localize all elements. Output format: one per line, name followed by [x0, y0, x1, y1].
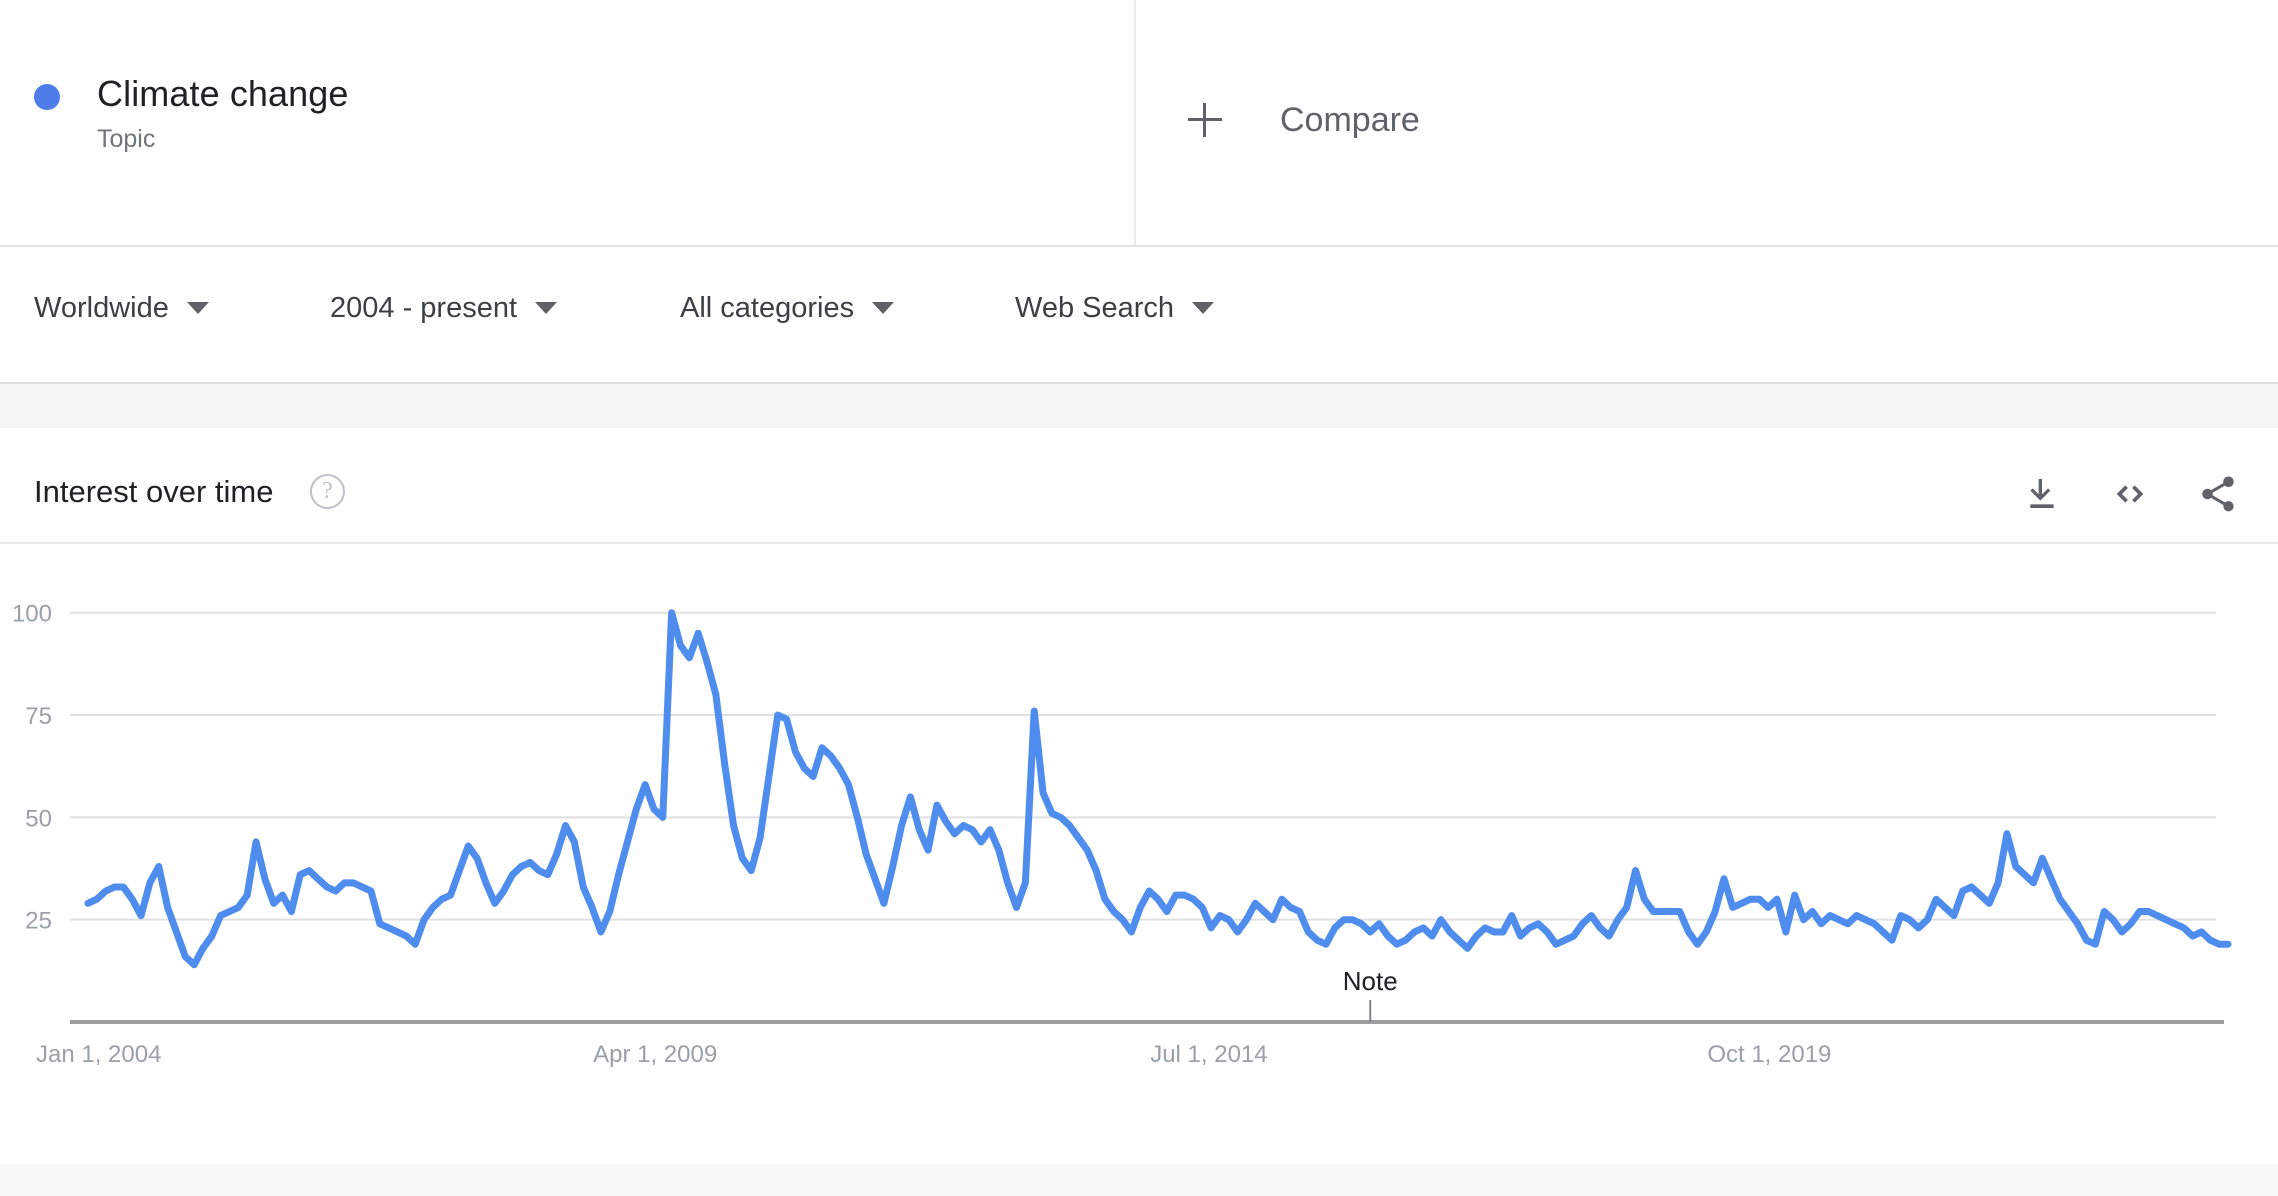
filter-bar: Worldwide 2004 - present All categories … [0, 247, 2278, 382]
embed-icon[interactable] [2098, 468, 2162, 520]
chart-annotations: Note [1343, 966, 1398, 1022]
search-terms-row: Climate change Topic Compare [0, 0, 2278, 245]
chevron-down-icon [186, 302, 209, 314]
svg-text:25: 25 [25, 908, 52, 935]
interest-over-time-card: Interest over time ? 100 75 50 25 Jan 1,… [0, 428, 2278, 1100]
filter-category[interactable]: All categories [680, 283, 895, 333]
svg-text:Jan 1, 2004: Jan 1, 2004 [36, 1041, 161, 1068]
compare-label: Compare [1280, 101, 1420, 139]
chevron-down-icon [535, 302, 558, 314]
svg-text:Oct 1, 2019: Oct 1, 2019 [1707, 1041, 1831, 1068]
svg-text:50: 50 [25, 805, 52, 832]
filter-location-label: Worldwide [34, 292, 169, 324]
google-trends-page: Climate change Topic Compare Worldwide 2… [0, 0, 2278, 1196]
term-color-dot [34, 84, 60, 110]
chart-y-axis-labels: 100 75 50 25 [12, 601, 52, 935]
share-icon[interactable] [2186, 468, 2250, 520]
add-comparison-button[interactable]: Compare [1188, 100, 1420, 140]
help-icon[interactable]: ? [310, 474, 345, 509]
card-title: Interest over time [34, 474, 274, 509]
chevron-down-icon [1192, 302, 1215, 314]
term-type: Topic [97, 125, 156, 153]
plus-icon [1188, 103, 1222, 137]
compare-cell: Compare [1138, 0, 2278, 245]
filter-time-range[interactable]: 2004 - present [330, 283, 558, 333]
svg-text:75: 75 [25, 703, 52, 730]
filter-category-label: All categories [680, 292, 855, 324]
interest-over-time-chart[interactable]: 100 75 50 25 Jan 1, 2004 Apr 1, 2009 Jul 1, 2… [0, 544, 2278, 1100]
section-gap [0, 382, 2278, 428]
svg-text:100: 100 [12, 601, 52, 628]
chart-svg: 100 75 50 25 Jan 1, 2004 Apr 1, 2009 Jul 1, 2… [12, 601, 2232, 1068]
filter-location[interactable]: Worldwide [34, 283, 209, 333]
card-actions [1986, 468, 2250, 520]
term-title: Climate change [97, 73, 349, 114]
search-term-card[interactable]: Climate change Topic [0, 0, 1136, 245]
chart-x-axis-labels: Jan 1, 2004 Apr 1, 2009 Jul 1, 2014 Oct 1, … [36, 1041, 1831, 1068]
chevron-down-icon [872, 302, 895, 314]
chart-gridlines [70, 611, 2216, 921]
svg-text:Jul 1, 2014: Jul 1, 2014 [1150, 1041, 1267, 1068]
svg-text:Apr 1, 2009: Apr 1, 2009 [593, 1041, 717, 1068]
download-icon[interactable] [2010, 468, 2074, 520]
page-bottom-strip [0, 1164, 2278, 1196]
chart-series-lines [84, 609, 2232, 969]
filter-search-type[interactable]: Web Search [1015, 283, 1215, 333]
filter-search-type-label: Web Search [1015, 292, 1175, 324]
card-header: Interest over time ? [0, 428, 2278, 542]
filter-time-range-label: 2004 - present [330, 292, 518, 324]
svg-text:Note: Note [1343, 966, 1398, 996]
